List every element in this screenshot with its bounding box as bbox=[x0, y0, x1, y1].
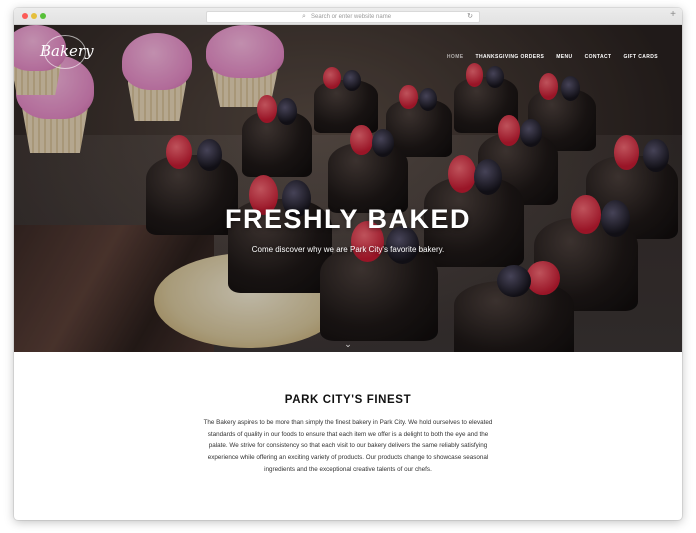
section-body: The Bakery aspires to be more than simpl… bbox=[203, 419, 493, 473]
nav-menu[interactable]: Menu bbox=[556, 53, 572, 61]
main-nav: Home Thanksgiving Orders Menu Contact Gi… bbox=[447, 53, 658, 61]
hero-subtitle: Come discover why we are Park City's fav… bbox=[251, 245, 445, 254]
browser-toolbar: ⌕ Search or enter website name ↻ + bbox=[14, 8, 682, 25]
logo-text: Bakery bbox=[40, 42, 94, 60]
nav-gift-cards[interactable]: Gift Cards bbox=[623, 53, 658, 61]
address-bar[interactable]: ⌕ Search or enter website name ↻ bbox=[206, 11, 480, 23]
nav-contact[interactable]: Contact bbox=[585, 53, 612, 61]
hero-overlay bbox=[14, 25, 682, 352]
site-logo[interactable]: Bakery bbox=[40, 33, 94, 69]
new-tab-icon[interactable]: + bbox=[670, 9, 676, 21]
hero-title: FRESHLY BAKED bbox=[224, 204, 472, 234]
chevron-down-icon[interactable]: ⌄ bbox=[340, 339, 356, 349]
zoom-window-button[interactable] bbox=[40, 13, 46, 19]
reload-icon[interactable]: ↻ bbox=[467, 12, 473, 21]
minimize-window-button[interactable] bbox=[31, 13, 37, 19]
browser-window: ⌕ Search or enter website name ↻ + Baker… bbox=[14, 8, 682, 520]
close-window-button[interactable] bbox=[22, 13, 28, 19]
search-icon: ⌕ bbox=[302, 13, 306, 20]
address-placeholder: Search or enter website name bbox=[311, 14, 392, 20]
hero-section: Bakery Home Thanksgiving Orders Menu Con… bbox=[14, 25, 682, 352]
nav-thanksgiving-orders[interactable]: Thanksgiving Orders bbox=[476, 53, 545, 61]
section-title: PARK CITY'S FINEST bbox=[284, 394, 412, 406]
nav-home[interactable]: Home bbox=[447, 53, 464, 61]
